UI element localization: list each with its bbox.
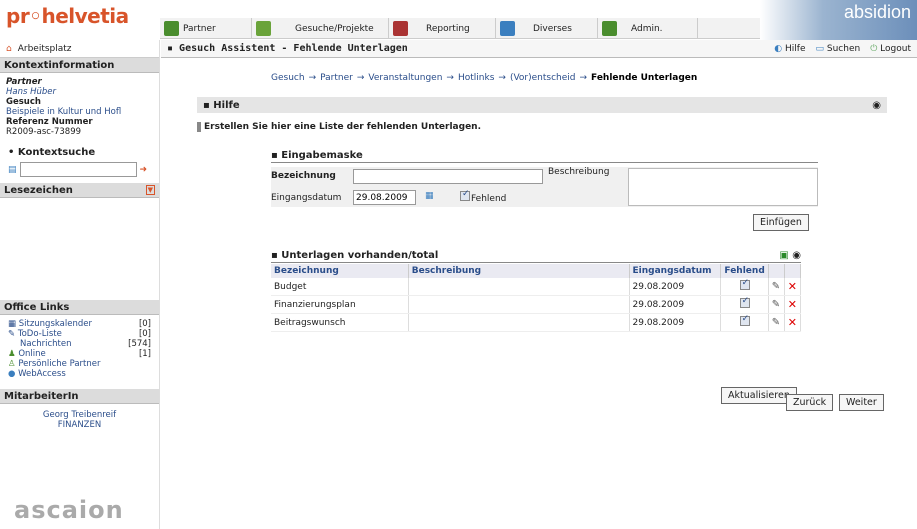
crumb-partner[interactable]: Partner xyxy=(320,73,353,83)
prohelvetia-logo: pr◦helvetia xyxy=(6,4,129,28)
arrow-icon: → xyxy=(356,73,365,83)
link-sitzungskalender[interactable]: ▦ Sitzungskalender [0] xyxy=(8,319,151,329)
hilfe-button[interactable]: ◐ Hilfe xyxy=(774,44,805,54)
crumb-hotlinks[interactable]: Hotlinks xyxy=(458,73,494,83)
beschreibung-textarea[interactable] xyxy=(628,168,818,206)
ascaion-logo: ascaion xyxy=(14,496,124,524)
books-icon xyxy=(393,21,408,36)
unterlagen-table: Bezeichnung Beschreibung Eingangsdatum F… xyxy=(271,264,802,332)
delete-icon[interactable]: ✕ xyxy=(788,280,797,293)
nav-gesuche[interactable]: Gesuche/Projekte xyxy=(252,18,389,39)
lesezeichen-header: Lesezeichen ▼ xyxy=(0,183,159,198)
logout-button[interactable]: ⏻ Logout xyxy=(870,44,911,54)
delete-icon[interactable]: ✕ xyxy=(788,298,797,311)
kontextsuche: • Kontextsuche ▤ ➜ xyxy=(0,141,159,183)
brand-banner: absidion xyxy=(760,0,917,40)
users-icon xyxy=(164,21,179,36)
go-arrow-icon[interactable]: ➜ xyxy=(140,165,148,175)
fehlend-checkbox[interactable] xyxy=(739,278,750,290)
table-row: Finanzierungsplan29.08.2009 ✎✕ xyxy=(271,295,802,314)
power-icon: ⏻ xyxy=(870,43,881,54)
nav-diverses[interactable]: Diverses xyxy=(496,18,598,39)
wizard-breadcrumb: Gesuch → Partner → Veranstaltungen → Hotlin… xyxy=(271,73,697,83)
office-links-header: Office Links xyxy=(0,300,159,315)
suchen-button[interactable]: ▭ Suchen xyxy=(816,44,861,54)
eingangsdatum-input[interactable] xyxy=(353,190,416,205)
tools-icon xyxy=(602,21,617,36)
link-webaccess[interactable]: ● WebAccess xyxy=(8,369,151,379)
nav-admin[interactable]: Admin. xyxy=(598,18,698,39)
nav-reporting[interactable]: Reporting xyxy=(389,18,496,39)
main-content: ▪ Gesuch Assistent - Fehlende Unterlagen… xyxy=(161,40,917,529)
office-links: ▦ Sitzungskalender [0] ✎ ToDo-Liste [0] Na… xyxy=(0,315,159,383)
mitarbeiter-header: MitarbeiterIn xyxy=(0,389,159,404)
mitarbeiter-info: Georg Treibenreif FINANZEN xyxy=(42,410,117,430)
delete-icon[interactable]: ✕ xyxy=(788,316,797,329)
link-nachrichten[interactable]: Nachrichten [574] xyxy=(8,339,151,349)
unterlagen-header: ▪ Unterlagen vorhanden/total ▣ ◉ xyxy=(271,250,801,263)
eye-icon[interactable]: ◉ xyxy=(792,250,801,261)
kontextsuche-input[interactable] xyxy=(19,162,137,177)
top-nav: Partner Gesuche/Projekte Reporting Diver… xyxy=(160,18,760,39)
users-icon: ♟ xyxy=(8,349,19,359)
fehlend-checkbox[interactable] xyxy=(739,314,750,326)
einfuegen-button[interactable]: Einfügen xyxy=(753,214,809,231)
calendar-icon[interactable]: ▦ xyxy=(425,191,434,201)
app-window: pr◦helvetia Partner Gesuche/Projekte Rep… xyxy=(0,0,917,529)
kontext-header: Kontextinformation xyxy=(0,58,159,73)
left-sidebar: ⌂ Arbeitsplatz Kontextinformation Partner… xyxy=(0,40,160,529)
fehlend-checkbox[interactable] xyxy=(739,296,750,308)
table-row: Beitragswunsch29.08.2009 ✎✕ xyxy=(271,313,802,332)
page-titlebar: ▪ Gesuch Assistent - Fehlende Unterlagen… xyxy=(161,40,917,58)
kontext-info: Partner Hans Hüber Gesuch Beispiele in K… xyxy=(0,73,159,141)
help-icon: ◐ xyxy=(774,43,786,54)
calendar-icon: ▦ xyxy=(8,319,19,329)
nav-partner[interactable]: Partner xyxy=(160,18,252,39)
fehlend-checkbox[interactable] xyxy=(460,189,470,201)
person-icon: ♙ xyxy=(8,359,19,369)
arrow-icon: → xyxy=(579,73,588,83)
eingabemaske: ▪ Eingabemaske Bezeichnung Beschreibung … xyxy=(271,150,818,231)
arrow-icon: → xyxy=(308,73,317,83)
arbeitsplatz-link[interactable]: ⌂ Arbeitsplatz xyxy=(0,40,159,58)
arrow-icon: → xyxy=(498,73,506,83)
link-persoenliche-partner[interactable]: ♙ Persönliche Partner xyxy=(8,359,151,369)
absidion-logo: absidion xyxy=(843,2,911,22)
arrow-icon: → xyxy=(446,73,454,83)
eingabemaske-header: ▪ Eingabemaske xyxy=(271,150,818,163)
hilfe-section-header: ▪ Hilfe ◉ xyxy=(197,97,887,113)
search-icon: ▭ xyxy=(815,43,827,54)
link-online[interactable]: ♟ Online [1] xyxy=(8,349,151,359)
search-doc-icon: ▤ xyxy=(8,164,17,175)
zurueck-button[interactable]: Zurück xyxy=(786,394,834,411)
edit-icon[interactable]: ✎ xyxy=(772,317,780,328)
help-text: Erstellen Sie hier eine Liste der fehlen… xyxy=(197,122,481,132)
edit-icon[interactable]: ✎ xyxy=(772,281,780,292)
globe-icon: ● xyxy=(8,369,19,379)
crumb-current: Fehlende Unterlagen xyxy=(591,73,698,83)
edit-icon[interactable]: ✎ xyxy=(772,299,780,310)
pencil-icon: ✎ xyxy=(8,329,18,339)
home-icon: ⌂ xyxy=(6,43,12,54)
collapse-icon[interactable]: ▼ xyxy=(145,185,155,195)
page-title: ▪ Gesuch Assistent - Fehlende Unterlagen xyxy=(167,43,408,54)
eye-icon[interactable]: ◉ xyxy=(872,100,881,111)
unterlagen-table-section: ▪ Unterlagen vorhanden/total ▣ ◉ Bezeichn… xyxy=(271,250,802,404)
recycle-icon xyxy=(256,21,271,36)
gesuch-link[interactable]: Beispiele in Kultur und Hofl xyxy=(6,107,153,117)
link-todo[interactable]: ✎ ToDo-Liste [0] xyxy=(8,329,151,339)
table-row: Budget29.08.2009 ✎✕ xyxy=(271,278,802,296)
crumb-veranstaltungen[interactable]: Veranstaltungen xyxy=(368,73,442,83)
crumb-vorentscheid[interactable]: (Vor)entscheid xyxy=(510,73,576,83)
crumb-gesuch[interactable]: Gesuch xyxy=(271,73,305,83)
bezeichnung-input[interactable] xyxy=(353,169,543,184)
doc-icon xyxy=(500,21,515,36)
excel-icon[interactable]: ▣ xyxy=(779,250,788,261)
partner-link[interactable]: Hans Hüber xyxy=(6,87,153,97)
weiter-button[interactable]: Weiter xyxy=(839,394,884,411)
